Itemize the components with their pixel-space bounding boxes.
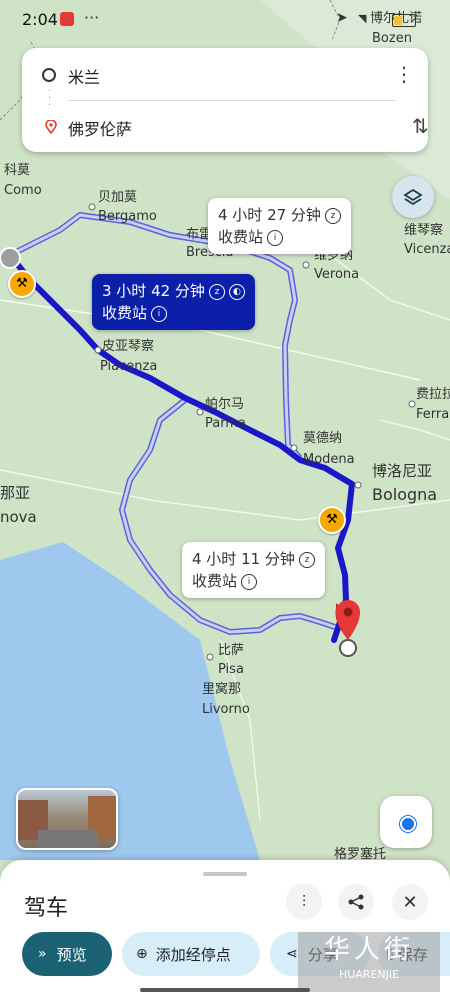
place-vicenza: Vicenza <box>404 242 450 257</box>
share-route-button[interactable] <box>338 884 374 920</box>
tune-icon: ⫶ <box>301 892 306 911</box>
wifi-icon: ◥ <box>358 12 367 25</box>
route-duration: 4 小时 27 分钟 <box>218 206 321 224</box>
route-bubble-alt-2[interactable]: 4 小时 11 分钟 z 收费站 i <box>182 542 325 598</box>
info-icon: i <box>151 305 168 322</box>
add-location-icon: ⊕ <box>136 946 148 962</box>
notification-app-icon <box>60 12 74 26</box>
place-piacenza: Piacenza <box>100 359 157 374</box>
my-location-icon <box>400 816 416 832</box>
destination-pin-small-icon <box>45 120 57 134</box>
info-icon: i <box>267 229 284 246</box>
place-bologna: Bologna <box>372 485 437 504</box>
origin-circle-icon <box>42 68 56 82</box>
place-ferrara: Ferra <box>416 407 449 422</box>
place-como-cn: 科莫 <box>4 163 30 178</box>
place-verona: Verona <box>314 267 359 282</box>
place-pisa: Pisa <box>218 662 244 677</box>
route-toll-label: 收费站 <box>102 304 148 322</box>
route-options-button[interactable]: ⫶ <box>286 884 322 920</box>
double-chevron-icon: » <box>38 946 47 962</box>
place-parma-cn: 帕尔马 <box>205 397 244 412</box>
road-work-icon[interactable]: ⚒ <box>8 270 36 298</box>
route-toll-label: 收费站 <box>192 572 238 590</box>
place-parma: Parma <box>205 416 246 431</box>
share-icon <box>348 894 364 910</box>
watermark-cn: 华人街 <box>323 935 414 965</box>
place-bergamo: Bergamo <box>98 209 157 224</box>
place-ferrara-cn: 费拉拉 <box>416 387 450 402</box>
clock: 2:04 <box>22 10 58 29</box>
layers-button[interactable] <box>392 176 434 218</box>
place-bologna-cn: 博洛尼亚 <box>372 462 432 480</box>
place-genova: nova <box>0 508 37 526</box>
close-icon: ✕ <box>402 891 418 913</box>
place-piacenza-cn: 皮亚琴察 <box>102 339 154 354</box>
preview-label: 预览 <box>56 945 87 964</box>
place-como: Como <box>4 183 42 198</box>
home-indicator <box>140 988 310 992</box>
destination-dot <box>339 639 357 657</box>
add-stop-button[interactable]: ⊕ 添加经停点 <box>122 932 260 976</box>
divider <box>68 100 396 101</box>
my-location-button[interactable] <box>380 796 432 848</box>
route-bubble-selected[interactable]: 3 小时 42 分钟 z ◐ 收费站 i <box>92 274 255 330</box>
route-bubble-alt-1[interactable]: 4 小时 27 分钟 z 收费站 i <box>208 198 351 254</box>
watermark-en: HUARENJIE <box>338 968 400 981</box>
place-modena: Modena <box>303 452 355 467</box>
share-icon: ⋖ <box>286 946 298 962</box>
status-bar: 2:04 ··· ➤ ◥ <box>0 0 450 40</box>
destination-field[interactable]: 佛罗伦萨 <box>68 116 132 140</box>
toll-icon: z <box>208 283 225 300</box>
road-work-icon[interactable]: ⚒ <box>318 506 346 534</box>
add-stop-label: 添加经停点 <box>155 945 231 964</box>
place-vicenza-cn: 维琴察 <box>404 223 443 238</box>
toll-icon: z <box>298 551 315 568</box>
place-modena-cn: 莫德纳 <box>303 431 342 446</box>
watermark: 华人街 HUARENJIE <box>298 932 440 992</box>
place-genova-cn: 那亚 <box>0 484 30 502</box>
place-pisa-cn: 比萨 <box>218 643 244 658</box>
connector-dots: · · · <box>48 86 52 111</box>
route-duration: 4 小时 11 分钟 <box>192 550 295 568</box>
place-livorno-cn: 里窝那 <box>202 681 241 697</box>
origin-field[interactable]: 米兰 <box>68 64 100 88</box>
travel-mode-title: 驾车 <box>24 896 69 921</box>
close-button[interactable]: ✕ <box>392 884 428 920</box>
directions-card: 米兰 ⋮ · · · 佛罗伦萨 ⇅ <box>22 48 429 152</box>
eco-leaf-icon: ◐ <box>228 283 245 300</box>
location-arrow-icon: ➤ <box>336 10 348 26</box>
preview-button[interactable]: » 预览 <box>22 932 112 976</box>
swap-icon[interactable]: ⇅ <box>412 114 429 138</box>
battery-icon <box>392 14 416 27</box>
drag-handle[interactable] <box>203 872 247 876</box>
route-toll-label: 收费站 <box>218 228 264 246</box>
more-notifications-icon: ··· <box>84 8 100 27</box>
place-bergamo-cn: 贝加莫 <box>98 190 137 205</box>
place-livorno: Livorno <box>202 702 250 717</box>
info-icon: i <box>241 573 258 590</box>
toll-icon: z <box>324 207 341 224</box>
origin-marker <box>0 247 21 269</box>
street-view-thumbnail[interactable] <box>16 788 118 850</box>
layers-icon <box>403 188 423 206</box>
route-duration: 3 小时 42 分钟 <box>102 282 205 300</box>
more-vert-icon[interactable]: ⋮ <box>394 62 414 86</box>
